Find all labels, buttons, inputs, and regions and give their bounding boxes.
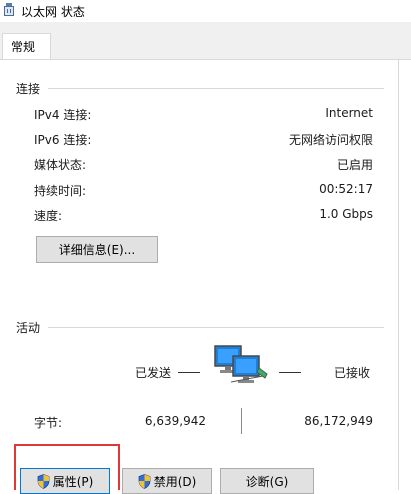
speed-label: 速度: — [34, 209, 63, 223]
media-state-label: 媒体状态: — [34, 158, 87, 172]
details-button[interactable]: 详细信息(E)... — [36, 236, 158, 263]
bytes-received-value: 86,172,949 — [304, 414, 373, 428]
tab-label: 常规 — [11, 40, 36, 54]
disable-button[interactable]: 禁用(D) — [122, 468, 212, 494]
diagnose-button[interactable]: 诊断(G) — [220, 468, 314, 494]
bytes-sent-value: 6,639,942 — [144, 414, 206, 428]
ipv6-label: IPv6 连接: — [34, 133, 92, 147]
window-title: 以太网 状态 — [21, 5, 85, 19]
duration-value: 00:52:17 — [319, 182, 373, 196]
media-state-value: 已启用 — [336, 158, 373, 172]
activity-group-line — [48, 327, 384, 328]
tab-general[interactable]: 常规 — [2, 33, 51, 60]
disable-label: 禁用(D) — [153, 474, 197, 489]
ipv6-value: 无网络访问权限 — [288, 133, 373, 147]
tab-strip — [0, 22, 411, 60]
network-computer-icon — [214, 345, 268, 383]
title-bar: 以太网 状态 — [0, 0, 411, 22]
ipv4-value: Internet — [325, 106, 373, 120]
received-dash — [279, 372, 301, 373]
activity-group-label: 活动 — [16, 321, 41, 335]
sent-dash — [178, 372, 200, 373]
speed-value: 1.0 Gbps — [319, 207, 373, 221]
received-label: 已接收 — [334, 366, 371, 380]
ipv4-label: IPv4 连接: — [34, 108, 92, 122]
connection-group-label: 连接 — [16, 82, 41, 96]
connection-group-line — [48, 88, 384, 89]
bytes-divider — [241, 408, 242, 434]
highlight-annotation — [14, 444, 120, 490]
duration-label: 持续时间: — [34, 184, 87, 198]
uac-shield-icon — [138, 473, 151, 489]
bytes-label: 字节: — [34, 416, 63, 430]
sent-label: 已发送 — [135, 366, 172, 380]
network-adapter-icon — [4, 3, 14, 16]
panel-edge — [398, 59, 399, 490]
